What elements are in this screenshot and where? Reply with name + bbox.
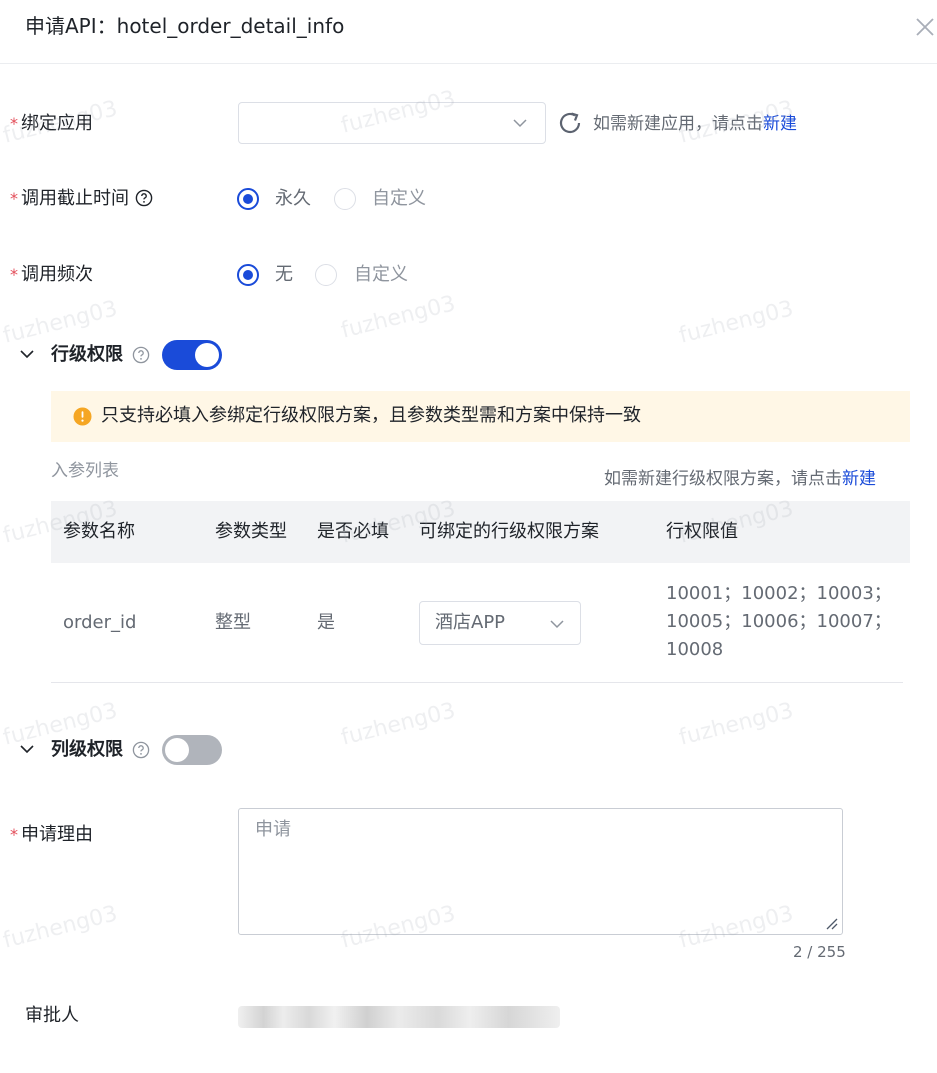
row-values-line-1: 10001；10002；10003； <box>666 583 892 604</box>
reason-label-text: 申请理由 <box>21 824 93 845</box>
frequency-none-label[interactable]: 无 <box>275 262 293 288</box>
reason-label: * 申请理由 <box>10 822 93 848</box>
required-mark: * <box>10 265 18 284</box>
required-mark: * <box>10 114 18 133</box>
param-required-cell: 是 <box>317 612 335 633</box>
approver-label: 审批人 <box>25 1005 79 1026</box>
bind-app-select[interactable] <box>238 102 546 144</box>
alert-text: 只支持必填入参绑定行级权限方案，且参数类型需和方案中保持一致 <box>101 405 641 426</box>
new-row-scheme-link[interactable]: 新建 <box>842 469 876 489</box>
column-header-values: 行权限值 <box>666 521 738 542</box>
frequency-custom-label[interactable]: 自定义 <box>354 262 408 288</box>
deadline-permanent-radio[interactable] <box>237 188 259 210</box>
row-values-line-3: 10008 <box>666 639 724 660</box>
deadline-permanent-label[interactable]: 永久 <box>275 186 311 212</box>
row-scheme-hint-text: 如需新建行级权限方案，请点击 <box>604 469 842 489</box>
reason-char-counter: 2 / 255 <box>793 943 846 961</box>
row-scheme-value: 酒店APP <box>435 612 506 633</box>
param-type-cell: 整型 <box>215 612 251 633</box>
column-header-scheme: 可绑定的行级权限方案 <box>419 521 599 542</box>
dialog-title: 申请API：hotel_order_detail_info <box>25 14 345 38</box>
frequency-none-radio[interactable] <box>237 264 259 286</box>
row-permission-alert: 只支持必填入参绑定行级权限方案，且参数类型需和方案中保持一致 <box>51 391 910 442</box>
column-header-param-type: 参数类型 <box>215 521 287 542</box>
row-permission-toggle[interactable] <box>162 340 222 370</box>
close-icon[interactable] <box>914 16 936 38</box>
column-permission-title: 列级权限 <box>51 739 123 760</box>
row-scheme-hint: 如需新建行级权限方案，请点击新建 <box>604 466 876 492</box>
chevron-down-icon <box>550 620 564 629</box>
param-name-cell: order_id <box>63 612 137 633</box>
frequency-custom-radio[interactable] <box>315 264 337 286</box>
watermark: fuzheng03 <box>676 698 796 751</box>
question-circle-icon[interactable] <box>132 346 150 364</box>
approver-value-blurred <box>238 1006 560 1028</box>
bind-app-hint: 如需新建应用，请点击新建 <box>593 111 797 137</box>
watermark: fuzheng03 <box>0 296 120 349</box>
frequency-label: * 调用频次 <box>10 262 93 288</box>
question-circle-icon[interactable] <box>135 189 153 207</box>
frequency-label-text: 调用频次 <box>21 264 93 285</box>
watermark: fuzheng03 <box>338 698 458 751</box>
bind-app-label-text: 绑定应用 <box>21 113 93 134</box>
param-table-header: 参数名称 参数类型 是否必填 可绑定的行级权限方案 行权限值 <box>51 501 910 563</box>
refresh-icon[interactable] <box>557 110 583 136</box>
toggle-knob <box>195 343 219 367</box>
watermark: fuzheng03 <box>338 291 458 344</box>
question-circle-icon[interactable] <box>132 741 150 759</box>
column-permission-toggle[interactable] <box>162 735 222 765</box>
deadline-custom-label[interactable]: 自定义 <box>372 186 426 212</box>
deadline-custom-radio[interactable] <box>334 188 356 210</box>
collapse-chevron-icon[interactable] <box>20 349 34 359</box>
column-header-required: 是否必填 <box>317 521 389 542</box>
reason-textarea[interactable]: 申请 <box>238 808 843 935</box>
bind-app-hint-text: 如需新建应用，请点击 <box>593 114 763 134</box>
new-app-link[interactable]: 新建 <box>763 114 797 134</box>
warning-icon <box>73 407 92 426</box>
deadline-label: * 调用截止时间 <box>10 186 153 212</box>
toggle-knob <box>165 738 189 762</box>
deadline-label-text: 调用截止时间 <box>21 188 129 209</box>
row-divider <box>51 682 903 683</box>
row-values-line-2: 10005；10006；10007； <box>666 611 892 632</box>
required-mark: * <box>10 189 18 208</box>
required-mark: * <box>10 825 18 844</box>
param-list-title: 入参列表 <box>51 461 119 481</box>
chevron-down-icon <box>513 119 527 128</box>
row-scheme-select[interactable]: 酒店APP <box>419 601 581 645</box>
resize-handle-icon[interactable] <box>826 918 838 930</box>
watermark: fuzheng03 <box>0 901 120 954</box>
bind-app-label: * 绑定应用 <box>10 111 93 137</box>
column-header-param-name: 参数名称 <box>63 521 135 542</box>
collapse-chevron-icon[interactable] <box>20 744 34 754</box>
row-permission-title: 行级权限 <box>51 344 123 365</box>
dialog-header: 申请API：hotel_order_detail_info <box>0 0 937 64</box>
watermark: fuzheng03 <box>676 296 796 349</box>
